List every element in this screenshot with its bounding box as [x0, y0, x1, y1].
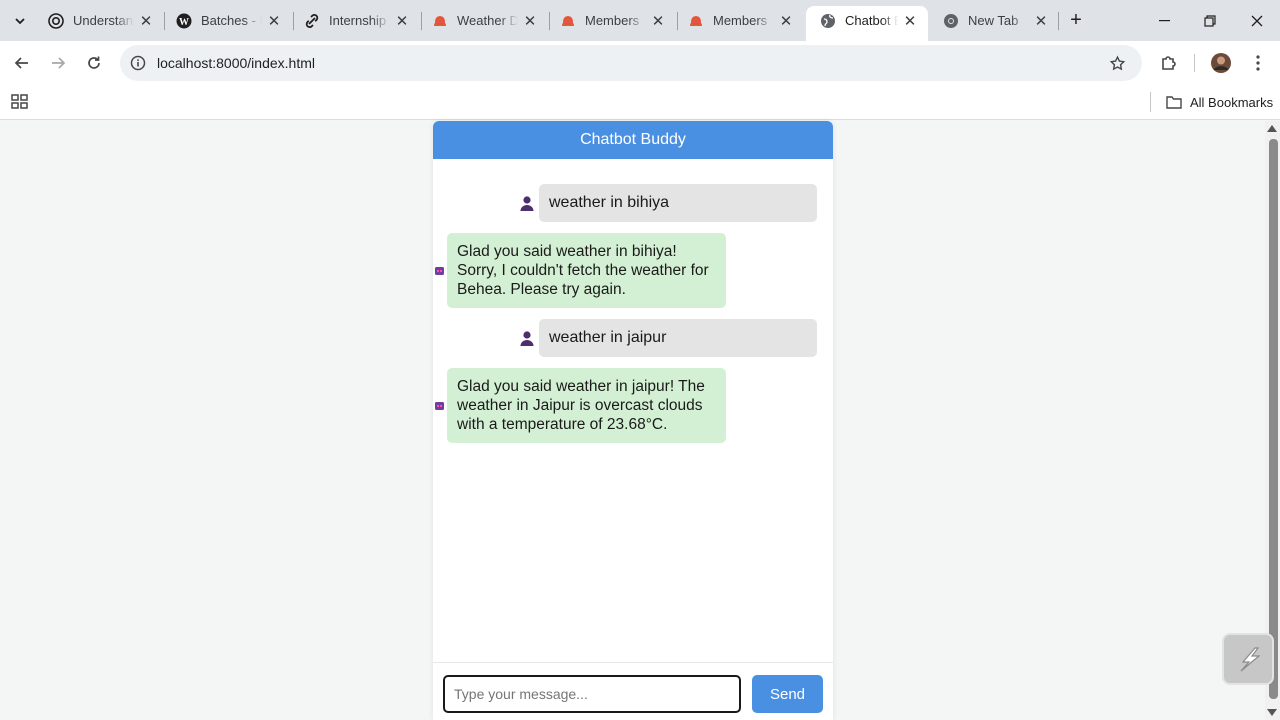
bot-message: Glad you said weather in jaipur! The wea…: [433, 368, 733, 443]
tab-title: Chatbot Bu: [845, 13, 898, 28]
close-tab-icon[interactable]: ✕: [138, 13, 154, 30]
chat-title: Chatbot Buddy: [580, 131, 686, 148]
svg-text:W: W: [179, 17, 189, 28]
user-avatar-icon: [515, 191, 539, 215]
bookmarks-divider: [1150, 92, 1151, 112]
tab-divider: [1058, 12, 1059, 30]
close-tab-icon[interactable]: ✕: [650, 13, 666, 30]
folder-icon: [1166, 96, 1182, 109]
tab-title: New Tab: [968, 13, 1019, 28]
tab-title: Internship: [329, 13, 387, 28]
close-tab-icon[interactable]: ✕: [522, 13, 538, 30]
floating-widget-button[interactable]: [1224, 635, 1272, 683]
forward-button[interactable]: [42, 47, 74, 79]
minimize-button[interactable]: [1141, 0, 1187, 41]
tab-members-1[interactable]: Members ✕: [546, 6, 676, 35]
user-avatar-icon: [515, 326, 539, 350]
user-message-bubble: weather in bihiya: [539, 184, 817, 222]
close-icon: [1251, 15, 1263, 26]
scroll-thumb[interactable]: [1269, 139, 1278, 699]
close-tab-icon[interactable]: ✕: [394, 13, 410, 30]
all-bookmarks-label: All Bookmarks: [1190, 94, 1274, 110]
avatar: [1211, 53, 1231, 73]
tab-batches[interactable]: W Batches - Fo ✕: [162, 6, 292, 35]
tab-members-2[interactable]: Members ✕: [674, 6, 804, 35]
bookmarks-bar: All Bookmarks: [0, 85, 1280, 120]
browser-toolbar: localhost:8000/index.html: [0, 41, 1280, 85]
user-message: weather in jaipur: [515, 319, 817, 357]
reload-button[interactable]: [78, 47, 110, 79]
puzzle-icon: [1162, 56, 1176, 70]
arrow-left-icon: [14, 57, 28, 69]
scroll-down-arrow-icon[interactable]: [1267, 709, 1277, 716]
lightning-icon: [1240, 647, 1261, 672]
close-window-button[interactable]: [1234, 0, 1280, 41]
menu-button[interactable]: [1242, 47, 1274, 79]
tab-search-button[interactable]: [8, 9, 32, 33]
url-text[interactable]: localhost:8000/index.html: [157, 55, 315, 71]
bot-avatar-icon: [433, 397, 447, 415]
tab-title: Understanding: [73, 13, 134, 28]
restore-icon: [1204, 14, 1216, 27]
apps-grid-icon[interactable]: [10, 92, 30, 112]
page-scrollbar[interactable]: [1265, 121, 1280, 720]
cloud-icon: [432, 13, 448, 29]
tab-title: Weather Da: [457, 13, 518, 28]
plus-icon: +: [1070, 8, 1082, 31]
minimize-icon: [1158, 19, 1170, 21]
globe-icon: [820, 13, 836, 29]
page-viewport: Chatbot Buddy weather in bihiya Glad you…: [0, 121, 1280, 720]
openai-icon: [48, 12, 64, 29]
chat-container: Chatbot Buddy weather in bihiya Glad you…: [433, 121, 833, 720]
chevron-down-icon: [15, 17, 25, 24]
message-list: weather in bihiya Glad you said weather …: [433, 159, 833, 662]
restore-button[interactable]: [1187, 0, 1233, 41]
bot-message-bubble: Glad you said weather in bihiya! Sorry, …: [447, 233, 726, 308]
link-icon: [304, 13, 320, 29]
close-tab-icon[interactable]: ✕: [902, 13, 918, 30]
reload-icon: [88, 56, 100, 69]
back-button[interactable]: [6, 47, 38, 79]
tab-internship[interactable]: Internship ✕: [290, 6, 420, 35]
new-tab-button[interactable]: +: [1064, 8, 1088, 32]
tab-title: Batches - Fo: [201, 13, 262, 28]
kebab-menu-icon: [1256, 55, 1260, 71]
scroll-up-arrow-icon[interactable]: [1267, 125, 1277, 132]
tab-weather[interactable]: Weather Da ✕: [418, 6, 548, 35]
bookmark-star-icon[interactable]: [1106, 52, 1128, 74]
cloud-icon: [688, 13, 704, 29]
message-input[interactable]: [443, 675, 741, 713]
extensions-button[interactable]: [1153, 47, 1185, 79]
chat-header: Chatbot Buddy: [433, 121, 833, 159]
chat-input-bar: Send: [433, 662, 833, 720]
toolbar-divider: [1194, 54, 1195, 72]
tab-understanding[interactable]: Understanding ✕: [34, 6, 164, 35]
user-message: weather in bihiya: [515, 184, 817, 222]
arrow-right-icon: [52, 57, 66, 69]
all-bookmarks-button[interactable]: All Bookmarks: [1166, 92, 1273, 112]
tab-title: Members: [585, 13, 640, 28]
site-info-icon[interactable]: [128, 53, 148, 73]
wordpress-icon: W: [176, 13, 192, 29]
bot-avatar-icon: [433, 262, 447, 280]
profile-button[interactable]: [1205, 47, 1237, 79]
tab-title: Members: [713, 13, 768, 28]
chrome-icon: [943, 13, 959, 29]
bot-message: Glad you said weather in bihiya! Sorry, …: [433, 233, 733, 308]
tab-strip: Understanding ✕ W Batches - Fo ✕ Interns…: [0, 0, 1280, 41]
send-button[interactable]: Send: [752, 675, 823, 713]
tab-new-tab[interactable]: New Tab ✕: [929, 6, 1059, 35]
close-tab-icon[interactable]: ✕: [778, 13, 794, 30]
address-bar[interactable]: localhost:8000/index.html: [120, 45, 1142, 81]
tab-chatbot-active[interactable]: Chatbot Bu ✕: [806, 6, 928, 41]
user-message-bubble: weather in jaipur: [539, 319, 817, 357]
bot-message-bubble: Glad you said weather in jaipur! The wea…: [447, 368, 726, 443]
close-tab-icon[interactable]: ✕: [266, 13, 282, 30]
cloud-icon: [560, 13, 576, 29]
close-tab-icon[interactable]: ✕: [1033, 13, 1049, 30]
